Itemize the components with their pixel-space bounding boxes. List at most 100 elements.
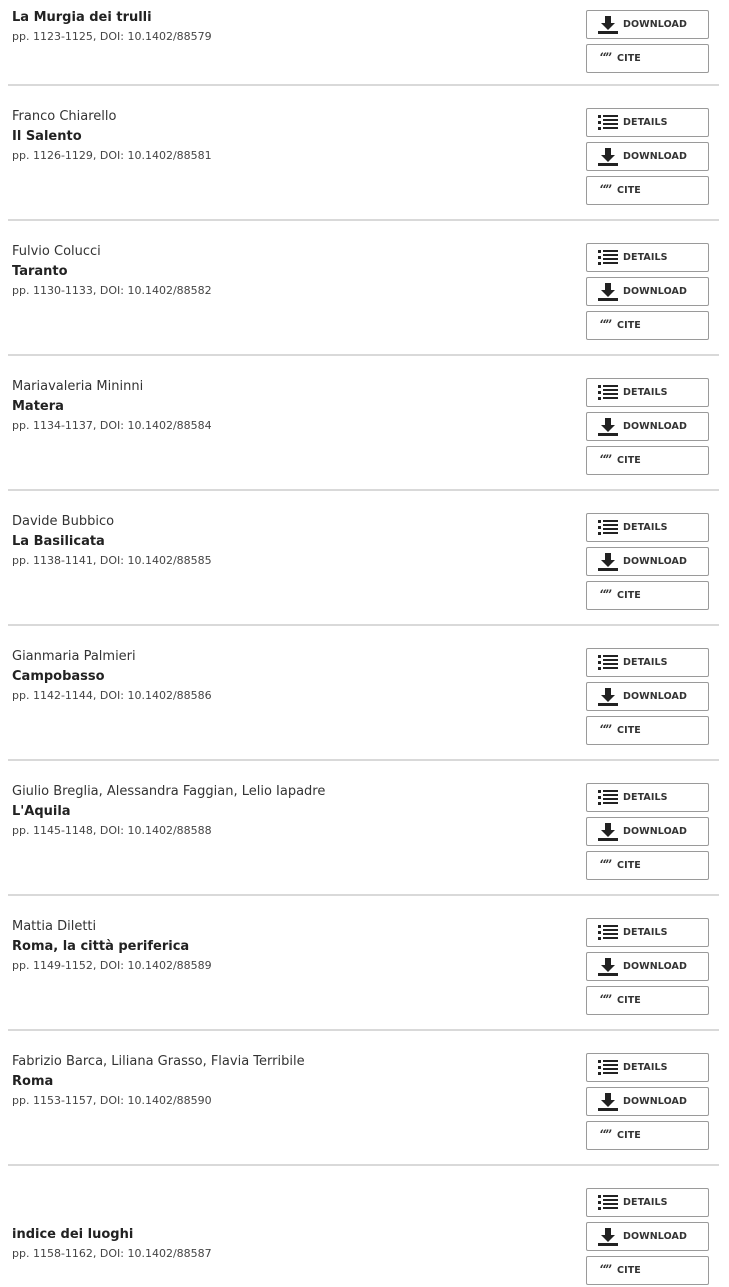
list-icon	[595, 519, 621, 537]
article-meta: pp. 1123-1125, DOI: 10.1402/88579	[12, 30, 212, 43]
download-icon	[595, 552, 621, 572]
article-meta: pp. 1134-1137, DOI: 10.1402/88584	[12, 419, 212, 432]
article-authors: Mattia Diletti	[12, 919, 97, 934]
article-title[interactable]: La Murgia dei trulli	[12, 10, 152, 25]
list-icon	[595, 114, 621, 132]
cite-button[interactable]: “” CITE	[586, 986, 709, 1015]
details-button[interactable]: DETAILS	[586, 648, 709, 677]
cite-button[interactable]: “” CITE	[586, 176, 709, 205]
download-icon	[595, 1227, 621, 1247]
download-icon	[595, 687, 621, 707]
details-button-label: DETAILS	[623, 387, 668, 398]
article-title[interactable]: Il Salento	[12, 129, 82, 144]
quote-icon: “”	[599, 588, 613, 603]
article-title[interactable]: Taranto	[12, 264, 68, 279]
quote-icon: “”	[599, 318, 613, 333]
cite-button[interactable]: “” CITE	[586, 1256, 709, 1285]
quote-icon: “”	[599, 1263, 613, 1278]
cite-button-label: CITE	[617, 590, 641, 601]
list-icon	[595, 654, 621, 672]
cite-button-label: CITE	[617, 1130, 641, 1141]
article-meta: pp. 1130-1133, DOI: 10.1402/88582	[12, 284, 212, 297]
download-button[interactable]: DOWNLOAD	[586, 1087, 709, 1116]
article-title[interactable]: L'Aquila	[12, 804, 71, 819]
download-button-label: DOWNLOAD	[623, 961, 687, 972]
cite-button-label: CITE	[617, 995, 641, 1006]
details-button[interactable]: DETAILS	[586, 1053, 709, 1082]
article-meta: pp. 1158-1162, DOI: 10.1402/88587	[12, 1247, 212, 1260]
cite-button-label: CITE	[617, 725, 641, 736]
download-button[interactable]: DOWNLOAD	[586, 682, 709, 711]
download-button-label: DOWNLOAD	[623, 286, 687, 297]
cite-button-label: CITE	[617, 1265, 641, 1276]
article-authors: Gianmaria Palmieri	[12, 649, 136, 664]
download-button[interactable]: DOWNLOAD	[586, 277, 709, 306]
details-button[interactable]: DETAILS	[586, 378, 709, 407]
article-meta: pp. 1138-1141, DOI: 10.1402/88585	[12, 554, 212, 567]
download-button-label: DOWNLOAD	[623, 691, 687, 702]
quote-icon: “”	[599, 51, 613, 66]
download-button-label: DOWNLOAD	[623, 421, 687, 432]
download-button[interactable]: DOWNLOAD	[586, 10, 709, 39]
download-icon	[595, 15, 621, 35]
details-button[interactable]: DETAILS	[586, 513, 709, 542]
quote-icon: “”	[599, 723, 613, 738]
list-icon	[595, 789, 621, 807]
details-button-label: DETAILS	[623, 927, 668, 938]
list-icon	[595, 1194, 621, 1212]
details-button[interactable]: DETAILS	[586, 918, 709, 947]
download-button[interactable]: DOWNLOAD	[586, 952, 709, 981]
article-meta: pp. 1142-1144, DOI: 10.1402/88586	[12, 689, 212, 702]
article-title[interactable]: Roma, la città periferica	[12, 939, 189, 954]
details-button-label: DETAILS	[623, 1062, 668, 1073]
quote-icon: “”	[599, 858, 613, 873]
divider	[8, 354, 719, 356]
cite-button[interactable]: “” CITE	[586, 851, 709, 880]
divider	[8, 1164, 719, 1166]
download-button[interactable]: DOWNLOAD	[586, 142, 709, 171]
details-button-label: DETAILS	[623, 1197, 668, 1208]
divider	[8, 1029, 719, 1031]
download-button[interactable]: DOWNLOAD	[586, 412, 709, 441]
divider	[8, 894, 719, 896]
download-icon	[595, 957, 621, 977]
details-button-label: DETAILS	[623, 252, 668, 263]
article-authors: Davide Bubbico	[12, 514, 115, 529]
article-title[interactable]: indice dei luoghi	[12, 1227, 133, 1242]
list-icon	[595, 384, 621, 402]
cite-button[interactable]: “” CITE	[586, 44, 709, 73]
download-button-label: DOWNLOAD	[623, 19, 687, 30]
details-button-label: DETAILS	[623, 117, 668, 128]
details-button[interactable]: DETAILS	[586, 1188, 709, 1217]
cite-button[interactable]: “” CITE	[586, 1121, 709, 1150]
download-icon	[595, 1092, 621, 1112]
cite-button[interactable]: “” CITE	[586, 716, 709, 745]
details-button-label: DETAILS	[623, 657, 668, 668]
article-meta: pp. 1126-1129, DOI: 10.1402/88581	[12, 149, 212, 162]
article-meta: pp. 1149-1152, DOI: 10.1402/88589	[12, 959, 212, 972]
download-button[interactable]: DOWNLOAD	[586, 547, 709, 576]
cite-button[interactable]: “” CITE	[586, 311, 709, 340]
article-title[interactable]: Roma	[12, 1074, 53, 1089]
list-icon	[595, 249, 621, 267]
article-authors: Mariavaleria Mininni	[12, 379, 144, 394]
cite-button[interactable]: “” CITE	[586, 581, 709, 610]
cite-button[interactable]: “” CITE	[586, 446, 709, 475]
article-title[interactable]: Matera	[12, 399, 64, 414]
download-icon	[595, 417, 621, 437]
download-button[interactable]: DOWNLOAD	[586, 817, 709, 846]
article-authors: Franco Chiarello	[12, 109, 117, 124]
divider	[8, 219, 719, 221]
list-icon	[595, 924, 621, 942]
details-button[interactable]: DETAILS	[586, 108, 709, 137]
article-title[interactable]: La Basilicata	[12, 534, 105, 549]
article-meta: pp. 1153-1157, DOI: 10.1402/88590	[12, 1094, 212, 1107]
download-button[interactable]: DOWNLOAD	[586, 1222, 709, 1251]
article-title[interactable]: Campobasso	[12, 669, 105, 684]
quote-icon: “”	[599, 183, 613, 198]
details-button[interactable]: DETAILS	[586, 783, 709, 812]
download-icon	[595, 147, 621, 167]
quote-icon: “”	[599, 453, 613, 468]
article-authors: Giulio Breglia, Alessandra Faggian, Leli…	[12, 784, 326, 799]
details-button[interactable]: DETAILS	[586, 243, 709, 272]
